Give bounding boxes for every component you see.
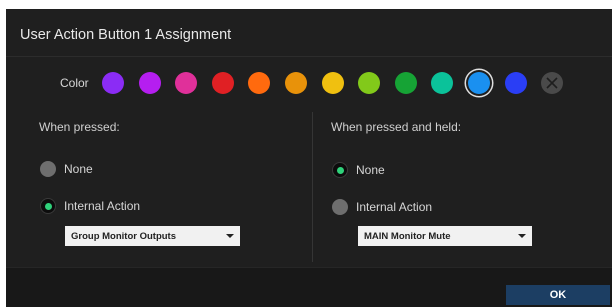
held-internal-action-label: Internal Action xyxy=(356,200,433,214)
assignment-dialog: User Action Button 1 Assignment Color Wh… xyxy=(6,9,612,307)
held-internal-action-radio[interactable]: Internal Action xyxy=(332,199,432,215)
pressed-action-dropdown-value: Group Monitor Outputs xyxy=(71,230,177,242)
color-swatch-no-color[interactable] xyxy=(541,72,564,94)
held-none-radio-indicator[interactable] xyxy=(332,162,348,178)
pressed-internal-action-radio-indicator[interactable] xyxy=(40,198,56,214)
pressed-internal-action-label: Internal Action xyxy=(64,199,141,213)
color-swatches xyxy=(102,72,578,94)
color-swatch-lime[interactable] xyxy=(358,72,381,94)
held-none-radio[interactable]: None xyxy=(332,162,385,178)
held-action-dropdown-value: MAIN Monitor Mute xyxy=(364,230,451,242)
pressed-internal-action-radio[interactable]: Internal Action xyxy=(40,198,140,214)
color-label: Color xyxy=(60,76,89,90)
chevron-down-icon xyxy=(226,234,234,238)
title-divider xyxy=(6,56,612,57)
color-swatch-teal[interactable] xyxy=(431,72,454,94)
when-held-section: When pressed and held: None Internal Act… xyxy=(314,109,612,264)
color-swatch-blue[interactable] xyxy=(504,72,527,94)
dialog-title: User Action Button 1 Assignment xyxy=(20,27,232,43)
color-swatch-yellow[interactable] xyxy=(321,72,344,94)
color-swatch-red[interactable] xyxy=(211,72,234,94)
held-action-dropdown[interactable]: MAIN Monitor Mute xyxy=(358,226,532,246)
held-none-label: None xyxy=(356,163,385,177)
pressed-none-radio-indicator[interactable] xyxy=(40,161,56,177)
ok-button[interactable]: OK xyxy=(506,285,610,305)
color-swatch-violet[interactable] xyxy=(102,72,124,94)
when-pressed-label: When pressed: xyxy=(39,120,120,134)
dialog-footer: OK xyxy=(6,267,612,307)
color-swatch-green[interactable] xyxy=(394,72,417,94)
chevron-down-icon xyxy=(518,234,526,238)
pressed-action-dropdown[interactable]: Group Monitor Outputs xyxy=(65,226,240,246)
pressed-none-label: None xyxy=(64,162,93,176)
color-swatch-sky-blue[interactable] xyxy=(467,72,490,94)
radio-selected-dot xyxy=(44,202,52,210)
section-divider xyxy=(312,112,313,262)
when-held-label: When pressed and held: xyxy=(331,120,462,134)
color-swatch-purple[interactable] xyxy=(138,72,161,94)
color-swatch-orange[interactable] xyxy=(248,72,271,94)
when-pressed-section: When pressed: None Internal Action Group… xyxy=(6,109,312,264)
x-icon xyxy=(546,77,558,89)
color-picker-row: Color xyxy=(60,71,578,95)
held-internal-action-radio-indicator[interactable] xyxy=(332,199,348,215)
pressed-none-radio[interactable]: None xyxy=(40,161,93,177)
color-swatch-amber[interactable] xyxy=(284,72,307,94)
color-swatch-magenta[interactable] xyxy=(175,72,198,94)
radio-selected-dot xyxy=(336,166,344,174)
